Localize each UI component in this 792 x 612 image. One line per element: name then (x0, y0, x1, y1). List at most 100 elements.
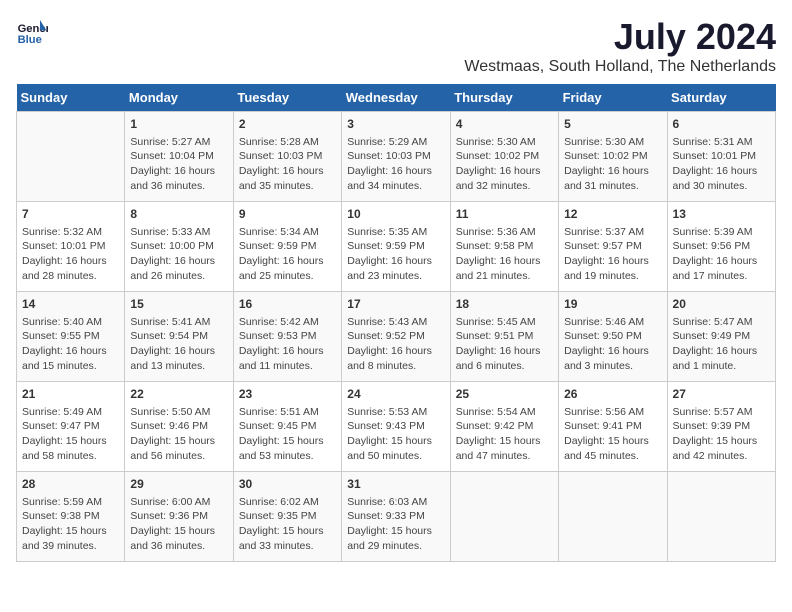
title-area: July 2024 Westmaas, South Holland, The N… (464, 16, 776, 76)
calendar-cell: 2 Sunrise: 5:28 AMSunset: 10:03 PMDayligh… (233, 112, 341, 202)
calendar-cell: 14 Sunrise: 5:40 AMSunset: 9:55 PMDayligh… (17, 292, 125, 382)
calendar-cell: 17Sunrise: 5:43 AMSunset: 9:52 PMDayligh… (342, 292, 450, 382)
calendar-cell: 3 Sunrise: 5:29 AMSunset: 10:03 PMDayligh… (342, 112, 450, 202)
day-number: 22 (130, 386, 227, 403)
day-content: Sunrise: 5:50 AMSunset: 9:46 PMDaylight:… (130, 405, 227, 464)
day-header-monday: Monday (125, 84, 233, 112)
calendar-cell: 9 Sunrise: 5:34 AMSunset: 9:59 PMDaylight… (233, 202, 341, 292)
day-number: 24 (347, 386, 444, 403)
calendar-cell: 31Sunrise: 6:03 AMSunset: 9:33 PMDayligh… (342, 472, 450, 562)
calendar-header: SundayMondayTuesdayWednesdayThursdayFrid… (17, 84, 776, 112)
day-content: Sunrise: 5:53 AMSunset: 9:43 PMDaylight:… (347, 405, 444, 464)
day-number: 16 (239, 296, 336, 313)
svg-text:Blue: Blue (18, 34, 42, 46)
logo: General Blue (16, 16, 48, 48)
day-content: Sunrise: 5:36 AMSunset: 9:58 PMDaylight:… (456, 225, 553, 284)
calendar-cell: 20 Sunrise: 5:47 AMSunset: 9:49 PMDayligh… (667, 292, 775, 382)
calendar-table: SundayMondayTuesdayWednesdayThursdayFrid… (16, 84, 776, 562)
day-number: 19 (564, 296, 661, 313)
day-number: 8 (130, 206, 227, 223)
day-number: 11 (456, 206, 553, 223)
calendar-cell: 7 Sunrise: 5:32 AMSunset: 10:01 PMDayligh… (17, 202, 125, 292)
month-title: July 2024 (464, 16, 776, 58)
day-content: Sunrise: 5:45 AMSunset: 9:51 PMDaylight:… (456, 315, 553, 374)
day-content: Sunrise: 5:51 AMSunset: 9:45 PMDaylight:… (239, 405, 336, 464)
day-content: Sunrise: 5:42 AMSunset: 9:53 PMDaylight:… (239, 315, 336, 374)
day-number: 2 (239, 116, 336, 133)
day-content: Sunrise: 5:59 AMSunset: 9:38 PMDaylight:… (22, 495, 119, 554)
calendar-body: 1 Sunrise: 5:27 AMSunset: 10:04 PMDayligh… (17, 112, 776, 562)
week-row-1: 1 Sunrise: 5:27 AMSunset: 10:04 PMDayligh… (17, 112, 776, 202)
day-number: 20 (673, 296, 770, 313)
calendar-cell: 5Sunrise: 5:30 AMSunset: 10:02 PMDayligh… (559, 112, 667, 202)
day-content: Sunrise: 5:46 AMSunset: 9:50 PMDaylight:… (564, 315, 661, 374)
calendar-cell (559, 472, 667, 562)
week-row-2: 7 Sunrise: 5:32 AMSunset: 10:01 PMDayligh… (17, 202, 776, 292)
week-row-5: 28 Sunrise: 5:59 AMSunset: 9:38 PMDayligh… (17, 472, 776, 562)
day-content: Sunrise: 5:57 AMSunset: 9:39 PMDaylight:… (673, 405, 770, 464)
calendar-cell (17, 112, 125, 202)
calendar-cell: 22 Sunrise: 5:50 AMSunset: 9:46 PMDayligh… (125, 382, 233, 472)
calendar-cell: 4 Sunrise: 5:30 AMSunset: 10:02 PMDayligh… (450, 112, 558, 202)
day-number: 15 (130, 296, 227, 313)
calendar-cell: 24 Sunrise: 5:53 AMSunset: 9:43 PMDayligh… (342, 382, 450, 472)
day-header-saturday: Saturday (667, 84, 775, 112)
location-title: Westmaas, South Holland, The Netherlands (464, 58, 776, 76)
day-content: Sunrise: 5:35 AMSunset: 9:59 PMDaylight:… (347, 225, 444, 284)
day-content: Sunrise: 5:32 AMSunset: 10:01 PMDaylight… (22, 225, 119, 284)
calendar-cell (450, 472, 558, 562)
day-number: 31 (347, 476, 444, 493)
day-number: 21 (22, 386, 119, 403)
day-number: 18 (456, 296, 553, 313)
day-content: Sunrise: 5:29 AMSunset: 10:03 PMDaylight… (347, 135, 444, 194)
day-number: 9 (239, 206, 336, 223)
day-number: 29 (130, 476, 227, 493)
page-header: General Blue July 2024 Westmaas, South H… (16, 16, 776, 76)
day-number: 12 (564, 206, 661, 223)
calendar-cell: 28 Sunrise: 5:59 AMSunset: 9:38 PMDayligh… (17, 472, 125, 562)
day-number: 5 (564, 116, 661, 133)
calendar-cell: 13Sunrise: 5:39 AMSunset: 9:56 PMDayligh… (667, 202, 775, 292)
day-number: 7 (22, 206, 119, 223)
day-content: Sunrise: 5:34 AMSunset: 9:59 PMDaylight:… (239, 225, 336, 284)
calendar-cell: 6Sunrise: 5:31 AMSunset: 10:01 PMDayligh… (667, 112, 775, 202)
calendar-cell: 27 Sunrise: 5:57 AMSunset: 9:39 PMDayligh… (667, 382, 775, 472)
day-number: 3 (347, 116, 444, 133)
day-content: Sunrise: 5:49 AMSunset: 9:47 PMDaylight:… (22, 405, 119, 464)
calendar-cell: 30Sunrise: 6:02 AMSunset: 9:35 PMDayligh… (233, 472, 341, 562)
day-header-tuesday: Tuesday (233, 84, 341, 112)
day-number: 27 (673, 386, 770, 403)
calendar-cell: 19 Sunrise: 5:46 AMSunset: 9:50 PMDayligh… (559, 292, 667, 382)
day-number: 28 (22, 476, 119, 493)
day-content: Sunrise: 5:37 AMSunset: 9:57 PMDaylight:… (564, 225, 661, 284)
calendar-cell: 8 Sunrise: 5:33 AMSunset: 10:00 PMDayligh… (125, 202, 233, 292)
day-content: Sunrise: 5:40 AMSunset: 9:55 PMDaylight:… (22, 315, 119, 374)
day-number: 10 (347, 206, 444, 223)
day-content: Sunrise: 5:27 AMSunset: 10:04 PMDaylight… (130, 135, 227, 194)
day-content: Sunrise: 5:33 AMSunset: 10:00 PMDaylight… (130, 225, 227, 284)
day-content: Sunrise: 5:30 AMSunset: 10:02 PMDaylight… (456, 135, 553, 194)
week-row-3: 14 Sunrise: 5:40 AMSunset: 9:55 PMDayligh… (17, 292, 776, 382)
day-number: 1 (130, 116, 227, 133)
day-content: Sunrise: 5:47 AMSunset: 9:49 PMDaylight:… (673, 315, 770, 374)
week-row-4: 21 Sunrise: 5:49 AMSunset: 9:47 PMDayligh… (17, 382, 776, 472)
calendar-cell: 16 Sunrise: 5:42 AMSunset: 9:53 PMDayligh… (233, 292, 341, 382)
day-number: 23 (239, 386, 336, 403)
calendar-cell: 25Sunrise: 5:54 AMSunset: 9:42 PMDayligh… (450, 382, 558, 472)
logo-icon: General Blue (16, 16, 48, 48)
days-row: SundayMondayTuesdayWednesdayThursdayFrid… (17, 84, 776, 112)
day-number: 17 (347, 296, 444, 313)
day-number: 13 (673, 206, 770, 223)
calendar-cell: 10 Sunrise: 5:35 AMSunset: 9:59 PMDayligh… (342, 202, 450, 292)
calendar-cell: 1 Sunrise: 5:27 AMSunset: 10:04 PMDayligh… (125, 112, 233, 202)
day-content: Sunrise: 5:31 AMSunset: 10:01 PMDaylight… (673, 135, 770, 194)
calendar-cell: 29Sunrise: 6:00 AMSunset: 9:36 PMDayligh… (125, 472, 233, 562)
day-header-wednesday: Wednesday (342, 84, 450, 112)
day-content: Sunrise: 5:41 AMSunset: 9:54 PMDaylight:… (130, 315, 227, 374)
calendar-cell: 26Sunrise: 5:56 AMSunset: 9:41 PMDayligh… (559, 382, 667, 472)
day-number: 4 (456, 116, 553, 133)
day-content: Sunrise: 5:28 AMSunset: 10:03 PMDaylight… (239, 135, 336, 194)
calendar-cell: 11 Sunrise: 5:36 AMSunset: 9:58 PMDayligh… (450, 202, 558, 292)
calendar-cell: 23 Sunrise: 5:51 AMSunset: 9:45 PMDayligh… (233, 382, 341, 472)
day-number: 14 (22, 296, 119, 313)
